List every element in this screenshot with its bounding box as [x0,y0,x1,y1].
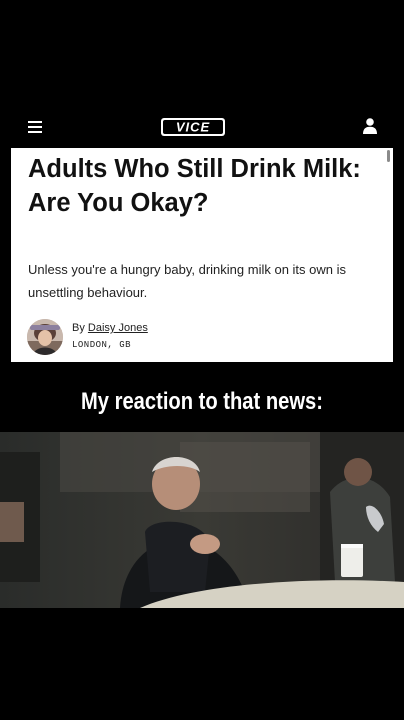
article-dek: Unless you're a hungry baby, drinking mi… [28,262,346,300]
article-location: LONDON, GB [72,340,132,350]
hamburger-menu-icon[interactable] [28,121,42,133]
article-headline[interactable]: Adults Who Still Drink Milk: Are You Oka… [28,152,378,220]
byline-prefix: By [72,322,85,334]
meme-caption: My reaction to that news: [81,388,323,415]
logo-text: VICE [176,120,210,135]
author-link[interactable]: Daisy Jones [88,322,148,334]
scrollbar[interactable] [387,150,390,162]
vice-logo[interactable]: VICE [160,116,226,138]
article-card[interactable]: Adults Who Still Drink Milk: Are You Oka… [11,148,393,362]
top-navbar: VICE [0,108,404,146]
byline: By Daisy Jones [72,322,148,334]
reaction-movie-still [0,432,404,608]
author-avatar[interactable] [27,319,63,355]
user-profile-icon[interactable] [362,117,378,135]
